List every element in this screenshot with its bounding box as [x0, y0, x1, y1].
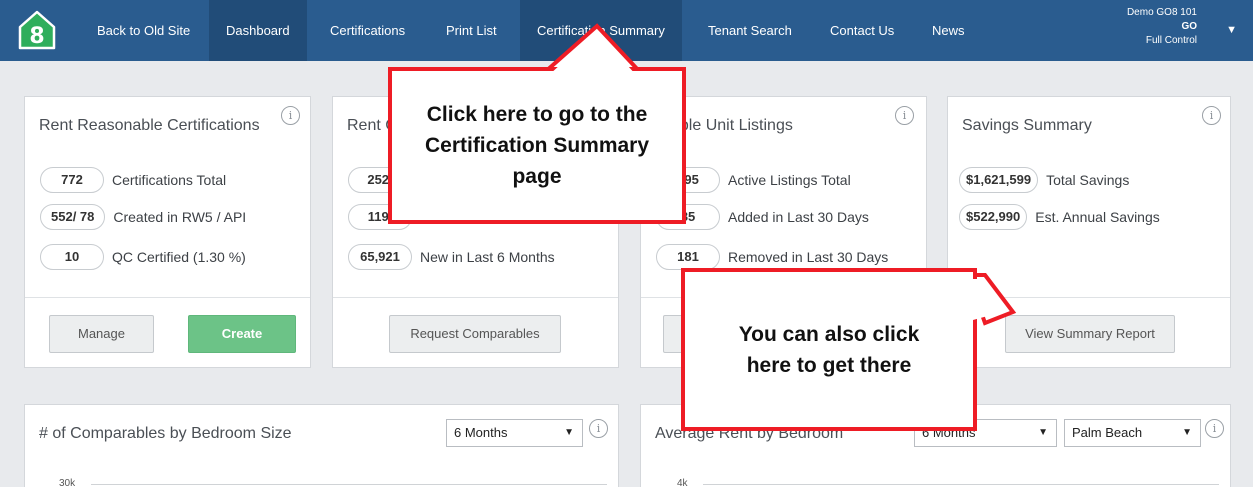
stat-value: 10: [40, 244, 104, 270]
card-title: able Unit Listings: [671, 117, 793, 134]
create-button[interactable]: Create: [188, 315, 296, 353]
stat-label: Certifications Total: [112, 172, 227, 188]
top-nav: 8 Back to Old Site Dashboard Certificati…: [0, 0, 1253, 61]
bedroom-size-chart-card: # of Comparables by Bedroom Size 6 Month…: [24, 404, 619, 487]
info-icon[interactable]: i: [281, 106, 300, 125]
stat-row: 85 Added in Last 30 Days: [656, 204, 869, 230]
y-tick-label: 4k: [677, 478, 688, 487]
nav-print-list[interactable]: Print List: [429, 0, 514, 61]
card-footer: Manage Create: [25, 297, 310, 367]
stat-label: Created in RW5 / API: [113, 209, 247, 225]
user-org: Demo GO8 101: [1126, 7, 1197, 18]
user-role: Full Control: [1145, 35, 1197, 46]
stat-row: 10 QC Certified (1.30 %): [40, 244, 246, 270]
gridline: [703, 484, 1219, 485]
nav-tenant-search[interactable]: Tenant Search: [691, 0, 809, 61]
user-name: GO: [1181, 21, 1197, 32]
chart-title: # of Comparables by Bedroom Size: [39, 425, 292, 442]
view-summary-report-button[interactable]: View Summary Report: [1005, 315, 1175, 353]
chevron-down-icon: ▼: [1182, 427, 1192, 438]
stat-row: 772 Certifications Total: [40, 167, 226, 193]
nav-certifications[interactable]: Certifications: [313, 0, 422, 61]
stat-value: 552/ 78: [40, 204, 106, 230]
card-title: Savings Summary: [962, 117, 1092, 134]
stat-row: 181 Removed in Last 30 Days: [656, 244, 888, 270]
card-footer: View Summary Report: [948, 297, 1230, 367]
card-footer: Request Comparables: [333, 297, 618, 367]
rent-reasonable-card: Rent Reasonable Certifications i 772 Cer…: [24, 96, 311, 368]
section8-house-logo-icon[interactable]: 8: [18, 10, 56, 50]
card-title: Rent Reasonable Certifications: [39, 117, 260, 134]
request-comparables-button[interactable]: Request Comparables: [389, 315, 561, 353]
callout-view-summary-report: You can also click here to get there: [681, 268, 977, 431]
stat-value: 65,921: [348, 244, 412, 270]
stat-label: Total Savings: [1046, 172, 1130, 188]
stat-label: Est. Annual Savings: [1035, 209, 1160, 225]
info-icon[interactable]: i: [1202, 106, 1221, 125]
svg-text:8: 8: [29, 24, 44, 49]
stat-row: $522,990 Est. Annual Savings: [959, 204, 1160, 230]
nav-certification-summary[interactable]: Certification Summary: [520, 0, 682, 61]
callout-certification-summary: Click here to go to the Certification Su…: [388, 67, 686, 224]
nav-dashboard[interactable]: Dashboard: [209, 0, 307, 61]
y-tick-label: 30k: [59, 478, 76, 487]
callout-text: You can also click here to get there: [738, 322, 920, 377]
period-select-value: 6 Months: [454, 425, 508, 440]
info-icon[interactable]: i: [895, 106, 914, 125]
chevron-down-icon: ▼: [1038, 427, 1048, 438]
stat-value: 772: [40, 167, 104, 193]
stat-row: 65,921 New in Last 6 Months: [348, 244, 555, 270]
callout-text: Click here to go to the Certification Su…: [424, 103, 650, 188]
info-icon[interactable]: i: [589, 419, 608, 438]
manage-button[interactable]: Manage: [49, 315, 154, 353]
stat-label: Removed in Last 30 Days: [728, 249, 889, 265]
user-menu-chevron-down-icon[interactable]: ▼: [1226, 24, 1237, 36]
info-icon[interactable]: i: [1205, 419, 1224, 438]
savings-summary-card: Savings Summary i $1,621,599 Total Savin…: [947, 96, 1231, 368]
stat-value: $522,990: [959, 204, 1028, 230]
stat-row: 552/ 78 Created in RW5 / API: [40, 204, 246, 230]
stat-label: New in Last 6 Months: [420, 249, 555, 265]
stat-value: 181: [656, 244, 720, 270]
stat-label: Added in Last 30 Days: [728, 209, 869, 225]
stat-row: $1,621,599 Total Savings: [959, 167, 1129, 193]
gridline: [91, 484, 607, 485]
stat-label: Active Listings Total: [728, 172, 851, 188]
stat-value: $1,621,599: [959, 167, 1039, 193]
period-select[interactable]: 6 Months ▼: [446, 419, 583, 447]
stat-label: QC Certified (1.30 %): [112, 249, 246, 265]
region-select[interactable]: Palm Beach ▼: [1064, 419, 1201, 447]
user-menu[interactable]: Demo GO8 101 GO Full Control: [1127, 6, 1197, 48]
nav-news[interactable]: News: [915, 0, 982, 61]
chevron-down-icon: ▼: [564, 427, 574, 438]
region-select-value: Palm Beach: [1072, 425, 1143, 440]
nav-contact-us[interactable]: Contact Us: [813, 0, 911, 61]
nav-back-to-old-site[interactable]: Back to Old Site: [80, 0, 207, 61]
